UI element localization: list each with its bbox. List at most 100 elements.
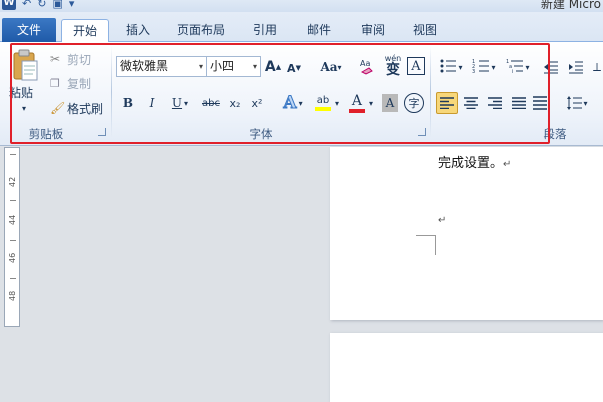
chevron-down-icon[interactable]: ▾ (525, 63, 529, 72)
quick-access-toolbar: W ↶ ↻ ▣ ▾ (0, 0, 74, 11)
change-case-button[interactable]: Aa ▾ (318, 57, 344, 77)
format-painter-label: 格式刷 (67, 101, 104, 116)
font-size-value: 小四 (210, 59, 235, 73)
ribbon-home: 粘贴 ▾ ✂ 剪切 ❐ 复制 🖌 格式刷 剪贴板 微软雅黑 ▾ 小四 ▾ A ▲ … (0, 42, 603, 146)
paste-dropdown-icon[interactable]: ▾ (18, 102, 30, 114)
word-logo-icon[interactable]: W (2, 0, 16, 10)
highlight-button[interactable]: ab ▾ (311, 92, 343, 114)
chevron-down-icon[interactable]: ▾ (299, 99, 303, 108)
bullet-list-icon (439, 58, 457, 77)
font-name-combo[interactable]: 微软雅黑 ▾ (116, 56, 207, 77)
phonetic-char: 变 (386, 62, 400, 78)
chevron-down-icon[interactable]: ▾ (199, 57, 203, 76)
ruler-mark (10, 154, 16, 155)
ruler-tick: 44 (8, 214, 17, 225)
save-icon[interactable]: ▣ (52, 0, 62, 10)
tab-view[interactable]: 视图 (403, 19, 447, 43)
empty-paragraph[interactable]: ↵ (438, 212, 446, 227)
chevron-down-icon[interactable]: ▾ (253, 57, 257, 76)
chevron-down-icon[interactable]: ▾ (458, 63, 462, 72)
character-shading-button[interactable]: A (382, 94, 398, 112)
format-painter-button[interactable]: 🖌 格式刷 (50, 99, 108, 117)
cut-label: 剪切 (67, 52, 92, 67)
clipboard-group-label: 剪贴板 (28, 127, 64, 141)
tab-review[interactable]: 审阅 (351, 19, 395, 43)
bold-button[interactable]: B (121, 94, 135, 112)
chevron-down-icon[interactable]: ▾ (491, 63, 495, 72)
paragraph[interactable]: 完成设置。↵ (438, 152, 511, 171)
svg-text:Aa: Aa (360, 59, 370, 68)
phonetic-guide-button[interactable]: wén 变 (382, 53, 404, 79)
clear-formatting-icon[interactable]: Aa (358, 55, 378, 77)
svg-text:3: 3 (472, 69, 475, 74)
font-color-label: A (351, 92, 363, 109)
margin-corner-marker (416, 235, 436, 255)
decrease-indent-icon[interactable] (541, 57, 561, 77)
justify-button[interactable] (508, 92, 530, 114)
distributed-button[interactable] (531, 92, 549, 114)
chevron-down-icon[interactable]: ▾ (369, 99, 373, 108)
ruler-mark (10, 240, 16, 241)
ruler-tick: 42 (8, 176, 17, 187)
vertical-ruler[interactable]: 42 44 46 48 (4, 147, 20, 327)
tab-references[interactable]: 引用 (243, 19, 287, 43)
enclose-characters-button[interactable]: 字 (404, 93, 424, 113)
font-dialog-launcher-icon[interactable] (418, 128, 426, 136)
change-case-label: Aa (320, 60, 338, 74)
ruler-tick: 46 (8, 252, 17, 263)
chinese-layout-icon[interactable]: ⟂ (592, 57, 602, 77)
paragraph-mark: ↵ (503, 159, 512, 170)
clipboard-dialog-launcher-icon[interactable] (98, 128, 106, 136)
align-right-button[interactable] (484, 92, 506, 114)
align-center-button[interactable] (460, 92, 482, 114)
font-color-button[interactable]: A ▾ (346, 92, 376, 114)
numbered-list-icon: 123 (472, 58, 490, 77)
shrink-font-button[interactable]: A ▼ (287, 59, 301, 77)
multilevel-list-button[interactable]: 1ai ▾ (503, 57, 533, 77)
subscript-button[interactable]: x₂ (226, 94, 244, 112)
tab-mailings[interactable]: 邮件 (297, 19, 341, 43)
document-page-next[interactable] (330, 333, 603, 402)
tab-home[interactable]: 开始 (61, 19, 109, 43)
grow-font-button[interactable]: A ▲ (264, 57, 281, 77)
paste-button[interactable]: 粘贴 (6, 84, 36, 100)
paintbrush-icon: 🖌 (50, 101, 66, 115)
multilevel-list-icon: 1ai (506, 58, 524, 77)
grow-font-label: A (264, 59, 276, 75)
numbering-button[interactable]: 123 ▾ (469, 57, 499, 77)
italic-button[interactable]: I (145, 94, 159, 112)
document-page[interactable]: 完成设置。↵ ↵ (330, 147, 603, 320)
increase-indent-icon[interactable] (566, 57, 586, 77)
paste-icon[interactable] (10, 48, 40, 84)
align-left-icon (440, 97, 454, 109)
chevron-down-icon[interactable]: ▾ (583, 99, 587, 108)
superscript-button[interactable]: x² (248, 94, 266, 112)
bullets-button[interactable]: ▾ (436, 57, 466, 77)
ruler-mark (10, 278, 16, 279)
underline-button[interactable]: U ▾ (168, 94, 192, 112)
redo-icon[interactable]: ↻ (37, 0, 46, 10)
qat-dropdown-icon[interactable]: ▾ (69, 0, 75, 10)
font-size-combo[interactable]: 小四 ▾ (206, 56, 261, 77)
align-left-button[interactable] (436, 92, 458, 114)
tab-page-layout[interactable]: 页面布局 (169, 19, 233, 43)
scissors-icon: ✂ (50, 52, 61, 66)
chevron-down-icon[interactable]: ▾ (184, 99, 188, 108)
document-workspace[interactable]: 42 44 46 48 完成设置。↵ ↵ (0, 147, 603, 402)
text-effects-button[interactable]: A ▾ (278, 92, 308, 114)
font-group-label: 字体 (249, 127, 273, 141)
copy-button[interactable]: ❐ 复制 (50, 74, 98, 92)
highlight-label: ab (316, 95, 330, 106)
tab-file[interactable]: 文件 (2, 18, 56, 42)
ruler-tick: 48 (8, 290, 17, 301)
cut-button[interactable]: ✂ 剪切 (50, 50, 98, 68)
title-bar: W ↶ ↻ ▣ ▾ 新建 Micro (0, 0, 603, 12)
line-spacing-button[interactable]: ▾ (562, 92, 592, 114)
character-border-button[interactable]: A (407, 57, 425, 75)
strikethrough-button[interactable]: abc (200, 94, 222, 112)
tab-insert[interactable]: 插入 (116, 19, 160, 43)
underline-label: U (171, 96, 183, 110)
chevron-down-icon[interactable]: ▾ (335, 99, 339, 108)
undo-icon[interactable]: ↶ (22, 0, 31, 10)
highlight-color-swatch (314, 107, 331, 111)
